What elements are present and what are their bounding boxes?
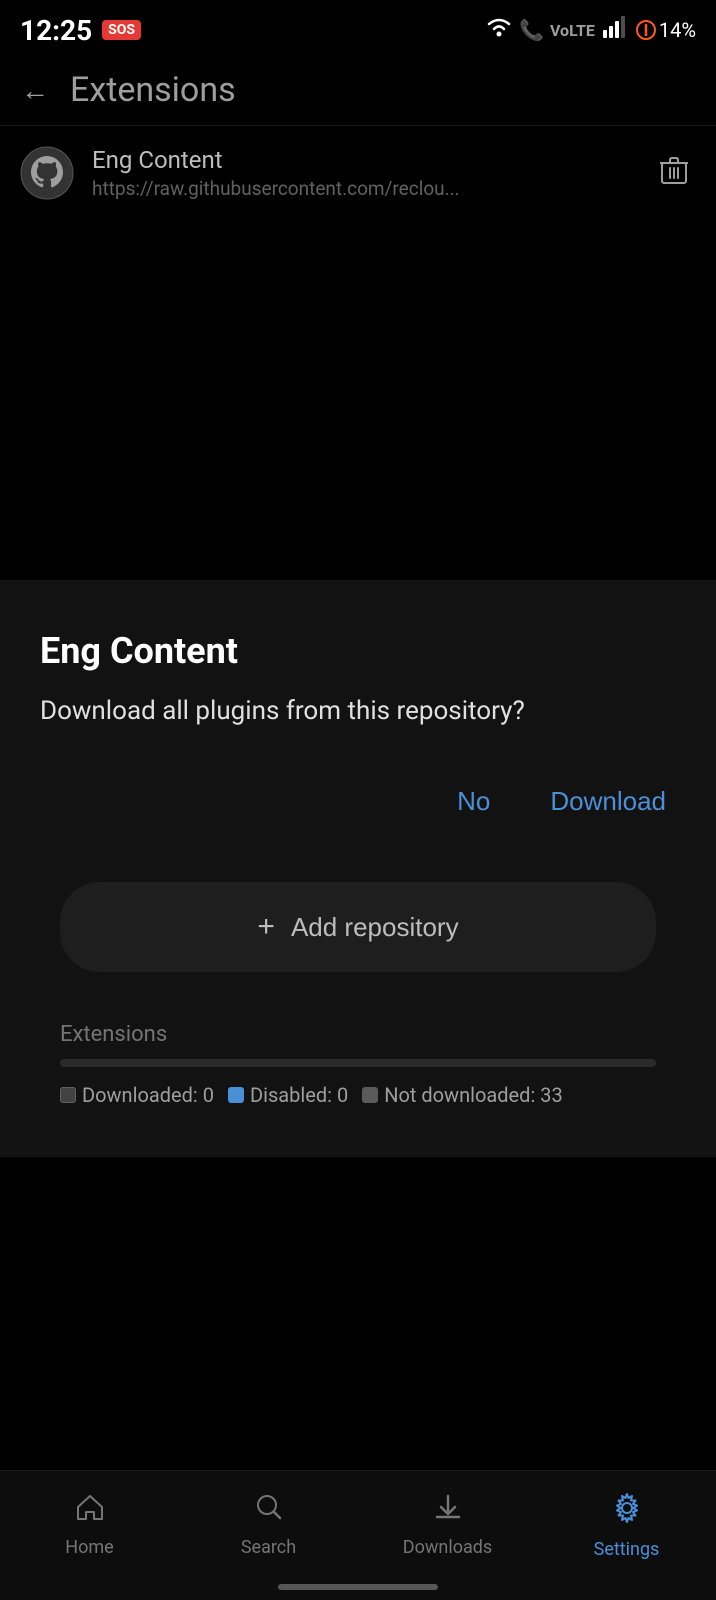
settings-icon <box>610 1491 644 1533</box>
search-label: Search <box>241 1537 296 1558</box>
back-button[interactable]: ← <box>10 65 60 115</box>
trash-icon <box>660 156 688 190</box>
repo-url: https://raw.githubusercontent.com/reclou… <box>92 177 634 200</box>
downloads-label: Downloads <box>403 1537 492 1558</box>
repo-info: Eng Content https://raw.githubuserconten… <box>92 146 634 200</box>
nav-item-settings[interactable]: Settings <box>537 1481 716 1570</box>
nav-item-home[interactable]: Home <box>0 1481 179 1570</box>
status-bar: 12:25 SOS 📞 VoLTE <box>0 0 716 55</box>
not-downloaded-dot <box>362 1087 378 1103</box>
dialog: Eng Content Download all plugins from th… <box>0 580 716 1157</box>
downloaded-legend: Downloaded: 0 <box>60 1083 214 1107</box>
bottom-indicator <box>278 1584 438 1590</box>
add-repository-label: Add repository <box>291 912 459 943</box>
dialog-actions: No Download <box>40 781 676 822</box>
nav-item-downloads[interactable]: Downloads <box>358 1481 537 1570</box>
extensions-progress-bar <box>60 1059 656 1067</box>
nav-item-search[interactable]: Search <box>179 1481 358 1570</box>
disabled-legend: Disabled: 0 <box>228 1083 348 1107</box>
volte-icon: VoLTE <box>550 21 595 40</box>
extensions-label: Extensions <box>60 1022 656 1047</box>
page-title: Extensions <box>70 70 236 110</box>
disabled-dot <box>228 1087 244 1103</box>
repo-name: Eng Content <box>92 146 634 174</box>
settings-label: Settings <box>594 1539 660 1560</box>
top-bar: ← Extensions <box>0 55 716 125</box>
extensions-section: Extensions Downloaded: 0 Disabled: 0 Not… <box>40 1002 676 1117</box>
downloads-icon <box>432 1491 464 1531</box>
call-icon: 📞 <box>519 18 544 42</box>
github-icon <box>20 146 74 200</box>
status-sos: SOS <box>102 20 141 40</box>
status-icons: 📞 VoLTE 14% <box>485 16 696 44</box>
back-arrow-icon: ← <box>21 74 49 107</box>
dialog-title: Eng Content <box>40 630 676 672</box>
signal-icon <box>601 16 629 44</box>
disabled-count: Disabled: 0 <box>250 1083 348 1107</box>
status-time: 12:25 <box>20 14 92 47</box>
status-left: 12:25 SOS <box>20 14 141 47</box>
downloaded-dot <box>60 1087 76 1103</box>
extensions-legend: Downloaded: 0 Disabled: 0 Not downloaded… <box>60 1083 656 1107</box>
downloaded-count: Downloaded: 0 <box>82 1083 214 1107</box>
home-label: Home <box>65 1537 113 1558</box>
search-icon <box>253 1491 285 1531</box>
wifi-icon <box>485 16 513 44</box>
dialog-cancel-button[interactable]: No <box>447 781 500 822</box>
home-icon <box>74 1491 106 1531</box>
delete-button[interactable] <box>652 151 696 195</box>
battery-percent: 14% <box>659 18 696 42</box>
not-downloaded-count: Not downloaded: 33 <box>384 1083 563 1107</box>
plus-icon: + <box>257 910 275 944</box>
repository-item: Eng Content https://raw.githubuserconten… <box>0 126 716 220</box>
add-repository-button[interactable]: + Add repository <box>60 882 656 972</box>
not-downloaded-legend: Not downloaded: 33 <box>362 1083 563 1107</box>
battery-icon: 14% <box>635 18 696 42</box>
bottom-navigation: Home Search Downloads Settings <box>0 1470 716 1600</box>
dialog-confirm-button[interactable]: Download <box>540 781 676 822</box>
dialog-message: Download all plugins from this repositor… <box>40 692 676 731</box>
